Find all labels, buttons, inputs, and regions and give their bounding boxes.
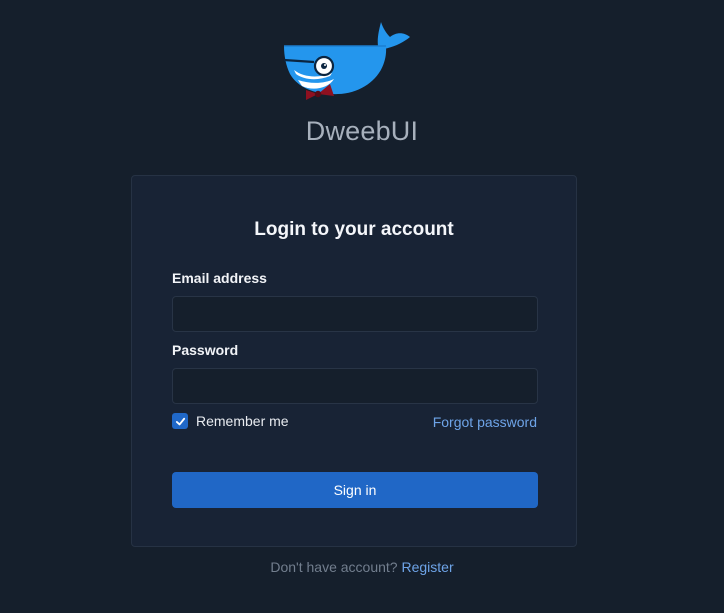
checkmark-icon <box>175 417 185 425</box>
register-prompt: Don't have account? Register <box>0 559 724 575</box>
sign-in-button[interactable]: Sign in <box>172 472 538 508</box>
register-link[interactable]: Register <box>401 559 453 575</box>
brand-name: DweebUI <box>305 116 419 146</box>
forgot-password-link[interactable]: Forgot password <box>433 414 537 430</box>
password-field[interactable] <box>172 368 538 404</box>
remember-me-checkbox[interactable] <box>172 413 188 429</box>
login-card: Login to your account Email address Pass… <box>131 175 577 547</box>
email-label: Email address <box>172 270 267 286</box>
register-prompt-text: Don't have account? <box>270 559 398 575</box>
login-page: DweebUI Login to your account Email addr… <box>0 0 724 613</box>
remember-me-toggle[interactable]: Remember me <box>172 413 289 429</box>
password-label: Password <box>172 342 239 358</box>
email-field[interactable] <box>172 296 538 332</box>
login-title: Login to your account <box>254 219 454 240</box>
remember-me-label: Remember me <box>196 413 289 429</box>
whale-logo-icon <box>283 22 410 100</box>
